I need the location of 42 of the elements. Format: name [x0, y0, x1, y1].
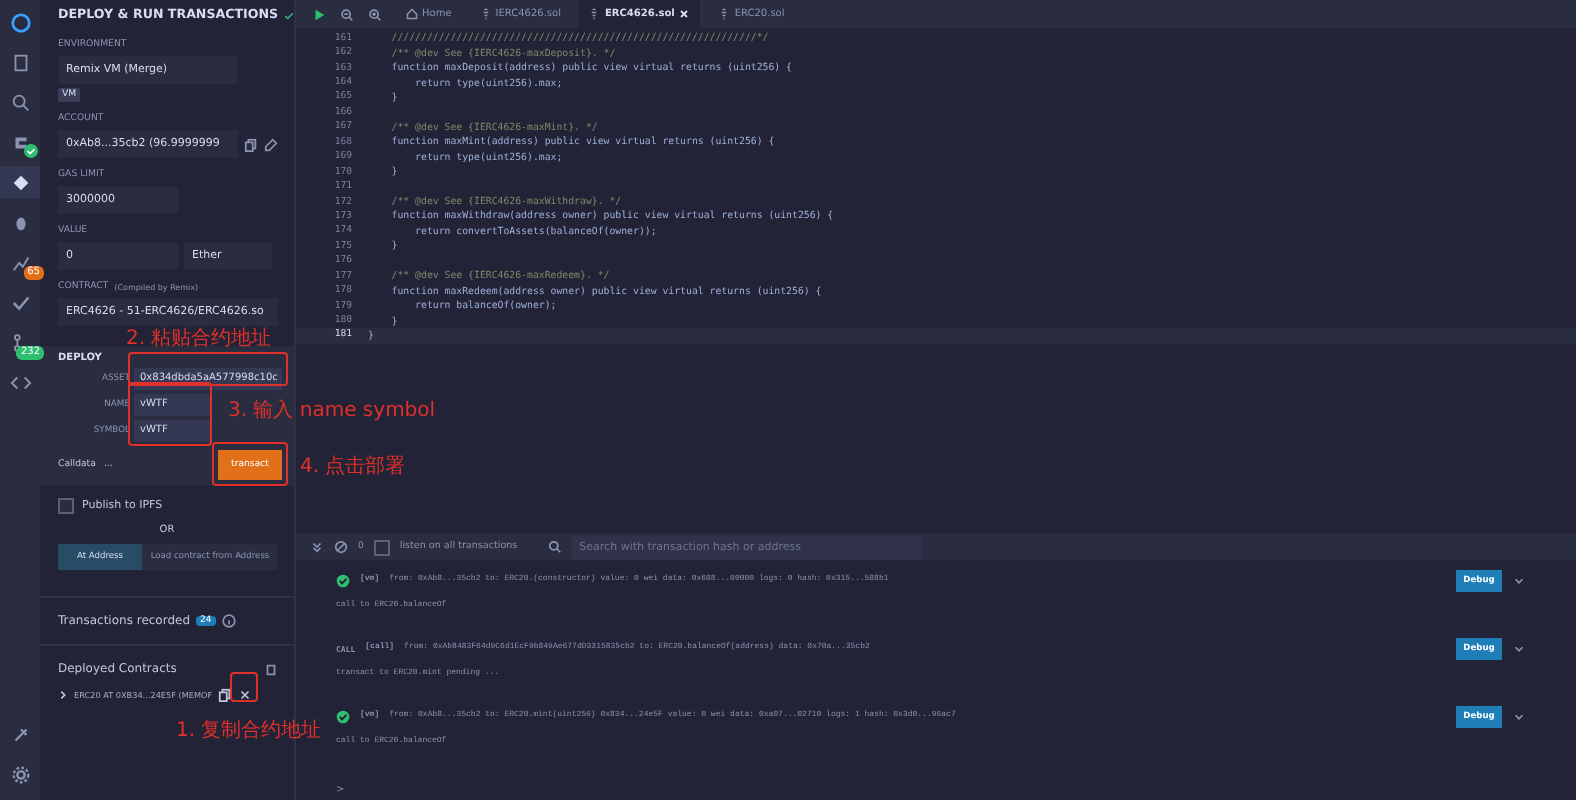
info-icon[interactable]: [221, 614, 236, 628]
ring-logo-icon: [9, 11, 31, 33]
zoom-out-icon[interactable]: [340, 7, 354, 21]
line-chart-icon: [9, 251, 31, 273]
search-icon: [9, 91, 31, 113]
file-icon: [718, 8, 731, 20]
code-brackets-icon: [9, 371, 31, 393]
file-icon: [479, 8, 492, 20]
collapse-icon[interactable]: [310, 540, 324, 554]
copy-icon[interactable]: [244, 137, 258, 151]
plug-icon: [9, 723, 31, 745]
file-icon: [588, 8, 601, 20]
clear-icon[interactable]: [334, 540, 348, 554]
chevron-down-icon[interactable]: [1512, 709, 1526, 723]
trash-icon[interactable]: [264, 662, 278, 676]
zoom-in-icon[interactable]: [368, 7, 382, 21]
file-icon: [9, 51, 31, 73]
highlight-frame: [230, 672, 258, 702]
check-icon: [284, 9, 294, 21]
success-icon: [336, 573, 350, 587]
close-icon[interactable]: [678, 8, 691, 20]
checkmark-icon: [9, 291, 31, 313]
checkbox[interactable]: [58, 498, 74, 514]
check-badge-icon: [24, 144, 38, 158]
run-icon[interactable]: [312, 7, 326, 21]
diamond-icon: [9, 171, 31, 193]
sidebar-icon-button[interactable]: [0, 166, 40, 198]
annotation-text: 4. 点击部署: [300, 453, 406, 480]
chevron-down-icon[interactable]: [1512, 573, 1526, 587]
checkbox[interactable]: [373, 539, 390, 555]
home-icon: [406, 8, 418, 20]
annotation-text: 3. 输入 name symbol: [228, 397, 436, 424]
chevron-down-icon[interactable]: [1512, 641, 1526, 655]
annotation-text: 1. 复制合约地址: [176, 717, 322, 744]
expand-caret-icon[interactable]: [58, 690, 68, 700]
settings-icon: [9, 763, 31, 785]
annotation-text: 2. 粘贴合约地址: [126, 325, 272, 352]
edit-icon[interactable]: [264, 137, 278, 151]
success-icon: [336, 709, 350, 723]
copy-icon[interactable]: [218, 688, 233, 702]
search-icon: [547, 540, 562, 554]
close-icon[interactable]: [238, 688, 253, 702]
